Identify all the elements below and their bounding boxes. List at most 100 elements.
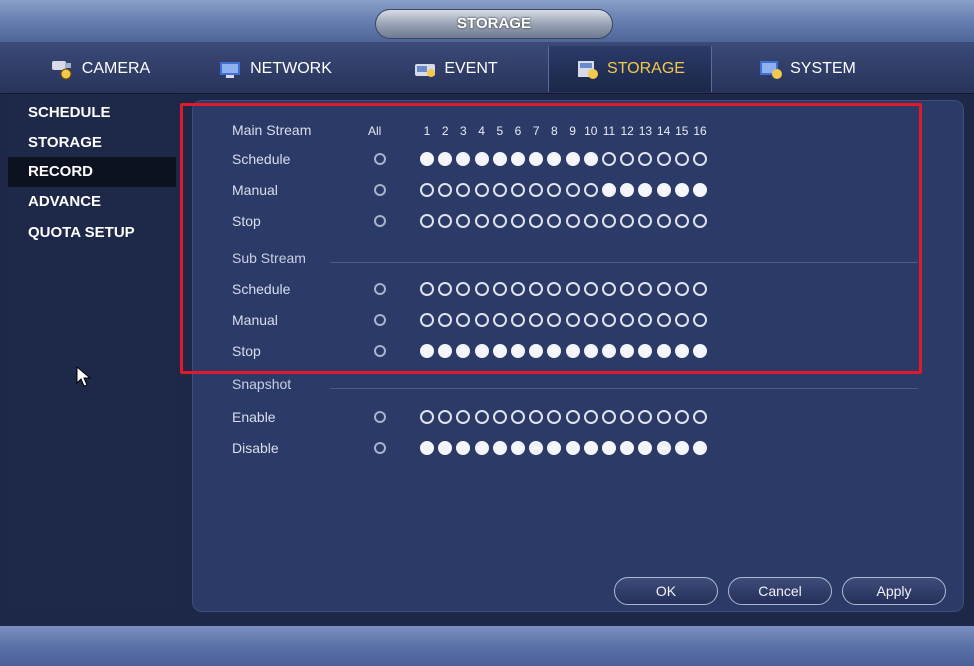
channel-radio[interactable] <box>511 214 525 228</box>
channel-radio[interactable] <box>674 183 689 197</box>
channel-radio[interactable] <box>420 214 434 228</box>
channel-radio[interactable] <box>656 441 671 455</box>
channel-radio[interactable] <box>693 313 707 327</box>
channel-radio[interactable] <box>511 410 525 424</box>
channel-radio[interactable] <box>511 183 525 197</box>
channel-radio[interactable] <box>565 344 580 358</box>
channel-radio[interactable] <box>565 152 580 166</box>
all-radio[interactable] <box>374 442 386 454</box>
channel-radio[interactable] <box>420 410 434 424</box>
channel-radio[interactable] <box>583 183 598 197</box>
channel-radio[interactable] <box>656 410 671 424</box>
channel-radio[interactable] <box>511 152 525 166</box>
channel-radio[interactable] <box>474 183 489 197</box>
sidebar-item-advance[interactable]: ADVANCE <box>8 187 176 217</box>
channel-radio[interactable] <box>583 214 598 228</box>
channel-radio[interactable] <box>565 282 580 296</box>
channel-radio[interactable] <box>420 344 434 358</box>
channel-radio[interactable] <box>474 214 489 228</box>
channel-radio[interactable] <box>492 344 507 358</box>
all-radio[interactable] <box>374 215 386 227</box>
channel-radio[interactable] <box>583 344 598 358</box>
sidebar-item-quota-setup[interactable]: QUOTA SETUP <box>8 218 176 248</box>
all-radio[interactable] <box>374 345 386 357</box>
all-radio[interactable] <box>374 411 386 423</box>
channel-radio[interactable] <box>492 183 507 197</box>
channel-radio[interactable] <box>420 183 434 197</box>
cancel-button[interactable]: Cancel <box>728 577 832 605</box>
channel-radio[interactable] <box>583 282 598 296</box>
channel-radio[interactable] <box>602 344 616 358</box>
channel-radio[interactable] <box>602 313 616 327</box>
tab-storage[interactable]: STORAGE <box>548 46 712 92</box>
channel-radio[interactable] <box>511 313 525 327</box>
channel-radio[interactable] <box>492 214 507 228</box>
channel-radio[interactable] <box>602 152 616 166</box>
all-radio[interactable] <box>374 184 386 196</box>
channel-radio[interactable] <box>492 441 507 455</box>
channel-radio[interactable] <box>656 183 671 197</box>
channel-radio[interactable] <box>693 282 707 296</box>
channel-radio[interactable] <box>474 410 489 424</box>
channel-radio[interactable] <box>565 313 580 327</box>
channel-radio[interactable] <box>474 344 489 358</box>
channel-radio[interactable] <box>583 410 598 424</box>
channel-radio[interactable] <box>492 152 507 166</box>
tab-network[interactable]: NETWORK <box>195 46 355 92</box>
channel-radio[interactable] <box>511 344 525 358</box>
channel-radio[interactable] <box>583 441 598 455</box>
channel-radio[interactable] <box>674 441 689 455</box>
channel-radio[interactable] <box>565 441 580 455</box>
channel-radio[interactable] <box>602 183 616 197</box>
channel-radio[interactable] <box>420 282 434 296</box>
all-radio[interactable] <box>374 314 386 326</box>
channel-radio[interactable] <box>602 441 616 455</box>
channel-radio[interactable] <box>474 282 489 296</box>
apply-button[interactable]: Apply <box>842 577 946 605</box>
channel-radio[interactable] <box>602 410 616 424</box>
channel-radio[interactable] <box>602 282 616 296</box>
tab-system[interactable]: SYSTEM <box>722 46 892 92</box>
channel-radio[interactable] <box>492 282 507 296</box>
channel-radio[interactable] <box>656 214 671 228</box>
channel-radio[interactable] <box>656 344 671 358</box>
channel-radio[interactable] <box>565 183 580 197</box>
tab-event[interactable]: EVENT <box>370 46 540 92</box>
tab-camera[interactable]: CAMERA <box>20 46 180 92</box>
channel-radio[interactable] <box>511 282 525 296</box>
channel-radio[interactable] <box>565 410 580 424</box>
channel-radio[interactable] <box>565 214 580 228</box>
sidebar-item-record[interactable]: RECORD <box>8 157 176 187</box>
channel-radio[interactable] <box>420 152 434 166</box>
all-radio[interactable] <box>374 153 386 165</box>
channel-radio[interactable] <box>656 152 671 166</box>
all-radio[interactable] <box>374 283 386 295</box>
channel-radio[interactable] <box>674 313 689 327</box>
channel-radio[interactable] <box>693 344 707 358</box>
channel-radio[interactable] <box>474 441 489 455</box>
ok-button[interactable]: OK <box>614 577 718 605</box>
channel-radio[interactable] <box>693 214 707 228</box>
channel-radio[interactable] <box>602 214 616 228</box>
channel-radio[interactable] <box>656 282 671 296</box>
channel-radio[interactable] <box>420 313 434 327</box>
channel-radio[interactable] <box>656 313 671 327</box>
channel-radio[interactable] <box>474 152 489 166</box>
channel-radio[interactable] <box>674 214 689 228</box>
channel-radio[interactable] <box>583 152 598 166</box>
channel-radio[interactable] <box>583 313 598 327</box>
channel-radio[interactable] <box>492 313 507 327</box>
channel-radio[interactable] <box>693 152 707 166</box>
channel-radio[interactable] <box>474 313 489 327</box>
sidebar-item-schedule[interactable]: SCHEDULE <box>8 98 176 128</box>
channel-radio[interactable] <box>492 410 507 424</box>
channel-radio[interactable] <box>693 410 707 424</box>
channel-radio[interactable] <box>674 410 689 424</box>
channel-radio[interactable] <box>693 441 707 455</box>
channel-radio[interactable] <box>511 441 525 455</box>
channel-radio[interactable] <box>693 183 707 197</box>
channel-radio[interactable] <box>674 282 689 296</box>
channel-radio[interactable] <box>420 441 434 455</box>
sidebar-item-storage[interactable]: STORAGE <box>8 128 176 158</box>
channel-radio[interactable] <box>674 344 689 358</box>
